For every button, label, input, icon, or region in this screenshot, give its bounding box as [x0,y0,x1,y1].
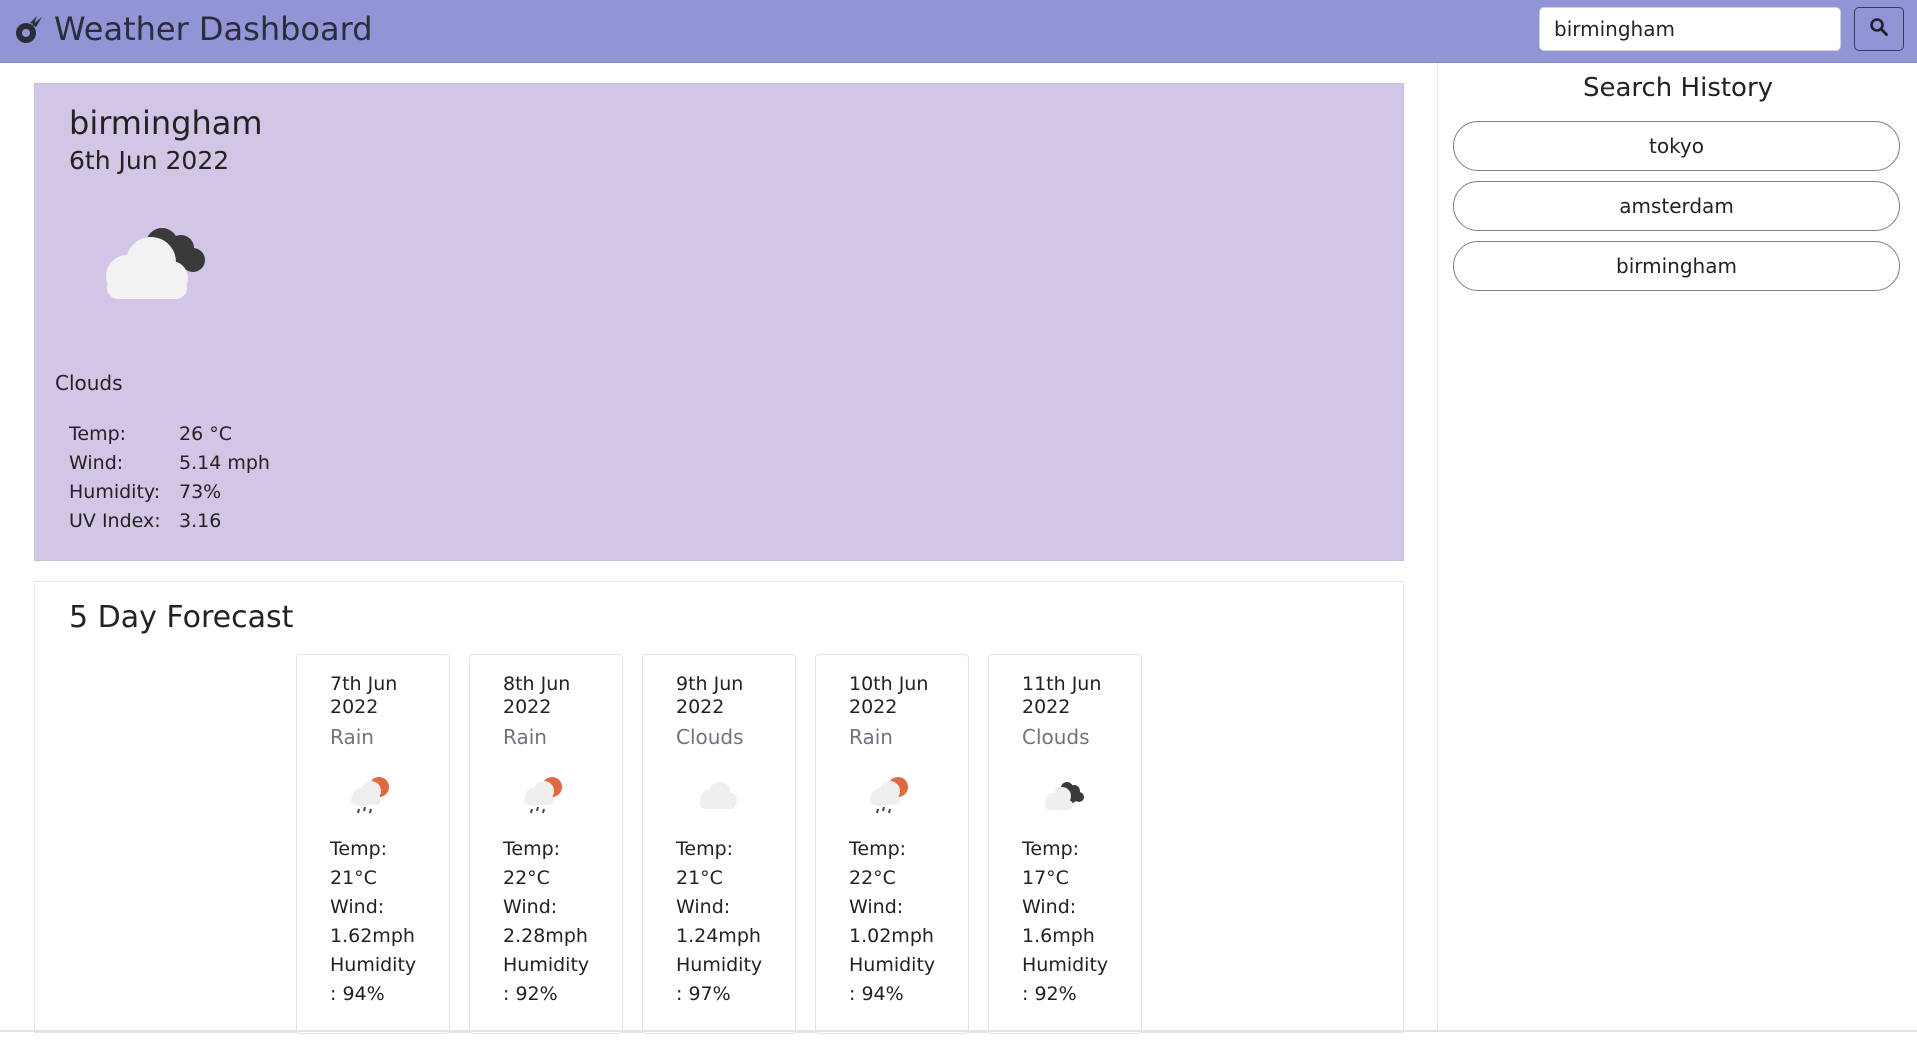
forecast-temp-label: Temp: [1022,838,1080,860]
forecast-temp: 22°C [503,867,550,889]
forecast-day-card: 7th Jun 2022 Rain Temp: 21°C Wind: 1.62m… [296,654,450,1034]
rain-icon [518,773,570,817]
forecast-date: 7th Jun 2022 [330,673,398,718]
forecast-section: 5 Day Forecast 7th Jun 2022 Rain Temp: 2… [34,581,1404,1034]
current-city: birmingham [69,104,263,142]
forecast-humidity: : 97% [676,983,731,1005]
forecast-stats: Temp: 21°C Wind: 1.62mph Humidity : 94% [330,835,448,1009]
forecast-wind-label: Wind: [676,896,731,918]
forecast-stats: Temp: 17°C Wind: 1.6mph Humidity : 92% [1022,835,1140,1009]
forecast-wind-label: Wind: [1022,896,1077,918]
forecast-date: 10th Jun 2022 [849,673,929,718]
forecast-day-card: 9th Jun 2022 Clouds Temp: 21°C Wind: 1.2… [642,654,796,1034]
search-button[interactable] [1854,7,1904,51]
forecast-temp-label: Temp: [676,838,734,860]
broken-clouds-icon [1037,773,1089,817]
forecast-condition: Rain [849,725,893,749]
rain-icon [345,773,397,817]
current-condition: Clouds [55,371,123,395]
page-bottom-divider [0,1030,1917,1032]
forecast-temp: 21°C [676,867,723,889]
forecast-humidity-label: Humidity [330,954,417,976]
forecast-humidity: : 94% [849,983,904,1005]
search-history-sidebar: Search History tokyo amsterdam birmingha… [1437,63,1917,1030]
forecast-wind: 2.28mph [503,925,588,947]
forecast-day-card: 10th Jun 2022 Rain Temp: 22°C Wind: 1.02… [815,654,969,1034]
forecast-stats: Temp: 21°C Wind: 1.24mph Humidity : 97% [676,835,794,1009]
cloud-icon [691,773,743,817]
forecast-humidity-label: Humidity [849,954,936,976]
forecast-humidity: : 94% [330,983,385,1005]
stat-label: Humidity: [69,481,161,503]
forecast-day-card: 8th Jun 2022 Rain Temp: 22°C Wind: 2.28m… [469,654,623,1034]
forecast-stats: Temp: 22°C Wind: 1.02mph Humidity : 94% [849,835,967,1009]
forecast-humidity: : 92% [1022,983,1077,1005]
stat-value: 26 °C [179,423,232,445]
history-button-amsterdam[interactable]: amsterdam [1453,181,1900,231]
forecast-condition: Clouds [1022,725,1090,749]
forecast-date: 8th Jun 2022 [503,673,571,718]
current-weather-card: birmingham 6th Jun 2022 Clouds Temp: 26 … [34,83,1404,561]
forecast-wind: 1.02mph [849,925,934,947]
history-button-tokyo[interactable]: tokyo [1453,121,1900,171]
forecast-title: 5 Day Forecast [69,600,294,635]
forecast-wind-label: Wind: [503,896,558,918]
forecast-date: 9th Jun 2022 [676,673,744,718]
forecast-temp-label: Temp: [503,838,561,860]
forecast-temp: 17°C [1022,867,1069,889]
comet-icon [12,14,44,46]
forecast-temp-label: Temp: [330,838,388,860]
forecast-temp: 22°C [849,867,896,889]
forecast-wind: 1.6mph [1022,925,1095,947]
forecast-temp: 21°C [330,867,377,889]
current-date: 6th Jun 2022 [69,146,230,175]
forecast-wind: 1.62mph [330,925,415,947]
stat-label: UV Index: [69,510,161,532]
rain-icon [864,773,916,817]
forecast-condition: Clouds [676,725,744,749]
forecast-date: 11th Jun 2022 [1022,673,1102,718]
stat-label: Temp: [69,423,127,445]
broken-clouds-icon [89,214,219,304]
forecast-wind-label: Wind: [849,896,904,918]
stat-value: 73% [179,481,222,503]
search-history-title: Search History [1582,73,1774,103]
forecast-humidity-label: Humidity [503,954,590,976]
stat-value: 3.16 [179,510,222,532]
navbar: Weather Dashboard [0,0,1917,63]
stat-value: 5.14 mph [179,452,270,474]
forecast-humidity-label: Humidity [676,954,763,976]
search-icon [1869,17,1889,42]
city-search-input[interactable] [1539,7,1841,51]
forecast-wind: 1.24mph [676,925,761,947]
forecast-condition: Rain [330,725,374,749]
forecast-stats: Temp: 22°C Wind: 2.28mph Humidity : 92% [503,835,621,1009]
forecast-temp-label: Temp: [849,838,907,860]
forecast-condition: Rain [503,725,547,749]
main-content: birmingham 6th Jun 2022 Clouds Temp: 26 … [0,63,1437,1034]
stat-label: Wind: [69,452,124,474]
forecast-humidity-label: Humidity [1022,954,1109,976]
forecast-day-card: 11th Jun 2022 Clouds Temp: 17°C Wind: 1.… [988,654,1142,1034]
forecast-humidity: : 92% [503,983,558,1005]
app-title: Weather Dashboard [54,10,373,48]
history-button-birmingham[interactable]: birmingham [1453,241,1900,291]
forecast-wind-label: Wind: [330,896,385,918]
